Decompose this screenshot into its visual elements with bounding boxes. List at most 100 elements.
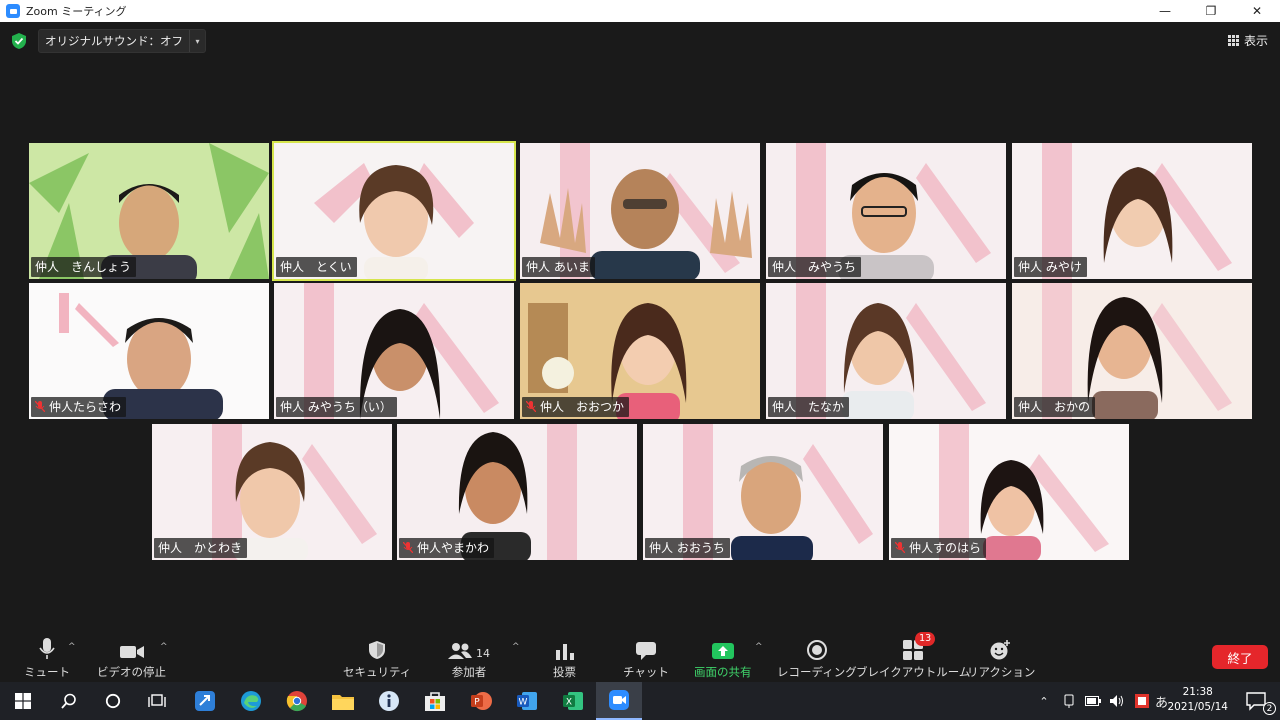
system-tray: ⌃ あ	[1036, 682, 1168, 720]
ime-mode[interactable]: あ	[1155, 692, 1168, 711]
participant-name: 仲人 たなか	[772, 400, 845, 414]
volume-icon[interactable]	[1109, 694, 1125, 708]
mic-muted-icon	[526, 401, 536, 412]
minimize-button[interactable]: —	[1142, 0, 1188, 22]
original-sound-toggle[interactable]: オリジナルサウンド：オフ ▾	[38, 29, 206, 53]
participants-icon	[448, 643, 472, 659]
participant-name: 仲人すのはら	[909, 541, 982, 555]
mute-button[interactable]: ミュート	[24, 636, 70, 680]
task-view-button[interactable]	[134, 682, 180, 720]
taskbar-store[interactable]	[412, 682, 458, 720]
taskbar-explorer[interactable]	[320, 682, 366, 720]
participant-video-tile[interactable]: 仲人 みやうち（い）	[274, 283, 514, 419]
original-sound-label: オリジナルサウンド：オフ	[45, 34, 183, 48]
cortana-ring-icon	[105, 693, 121, 709]
reactions-label: リアクション	[967, 665, 1036, 679]
mute-label: ミュート	[24, 665, 70, 679]
polls-button[interactable]: 投票	[553, 636, 576, 680]
excel-icon: X	[563, 692, 583, 710]
meeting-top-bar: オリジナルサウンド：オフ ▾ 表示	[0, 22, 1280, 60]
security-label: セキュリティ	[343, 665, 412, 679]
folder-icon	[332, 695, 354, 710]
chevron-down-icon[interactable]: ▾	[189, 30, 205, 52]
participant-video-tile[interactable]: 仲人 おかの	[1012, 283, 1252, 419]
chrome-browser-icon	[286, 691, 307, 712]
taskbar-excel[interactable]: X	[550, 682, 596, 720]
microphone-icon	[39, 638, 55, 659]
participant-video-tile[interactable]: 仲人 あいま	[520, 143, 760, 279]
grid-view-icon	[1227, 35, 1239, 46]
participant-video-tile[interactable]: 仲人 とくい	[272, 141, 516, 281]
maximize-button[interactable]: ❐	[1188, 0, 1234, 22]
video-options-caret[interactable]: ^	[160, 642, 168, 652]
clock-date: 2021/05/14	[1167, 701, 1228, 713]
taskbar-info-app[interactable]	[366, 682, 412, 720]
view-button[interactable]: 表示	[1227, 32, 1268, 49]
taskbar-powerpoint[interactable]: P	[458, 682, 504, 720]
participant-video-tile[interactable]: 仲人すのはら	[889, 424, 1129, 560]
taskbar-zoom[interactable]	[596, 682, 642, 720]
participants-options-caret[interactable]: ^	[512, 642, 520, 652]
record-label: レコーディング	[777, 665, 857, 679]
participant-name: 仲人やまかわ	[417, 541, 490, 555]
participant-video-tile[interactable]: 仲人 おおうち	[643, 424, 883, 560]
security-button[interactable]: セキュリティ	[343, 636, 411, 680]
stop-video-button[interactable]: ビデオの停止	[97, 636, 166, 680]
taskbar-chrome[interactable]	[274, 682, 320, 720]
taskbar-clock[interactable]: 21:38 2021/05/14	[1167, 685, 1228, 715]
smiley-plus-icon	[990, 640, 1011, 660]
participant-name: 仲人 きんしょう	[35, 260, 132, 274]
participant-video-tile[interactable]: 仲人 みやけ	[1012, 143, 1252, 279]
svg-text:W: W	[519, 698, 528, 708]
word-icon: W	[517, 692, 537, 710]
mic-muted-icon	[35, 401, 45, 412]
participants-count: 14	[476, 647, 490, 660]
info-icon	[379, 691, 399, 711]
start-button[interactable]	[0, 682, 46, 720]
cortana-button[interactable]	[90, 682, 136, 720]
network-icon[interactable]	[1062, 694, 1076, 708]
task-view-icon	[148, 694, 166, 707]
ime-toolbar-icon[interactable]	[1135, 694, 1149, 708]
search-icon	[61, 693, 76, 709]
record-icon	[806, 640, 827, 660]
participant-name: 仲人 みやうち	[772, 260, 857, 274]
participants-button[interactable]: 14 参加者	[448, 636, 490, 680]
participant-video-tile[interactable]: 仲人 きんしょう	[29, 143, 269, 279]
participant-name: 仲人 かとわき	[158, 541, 243, 555]
action-center-button[interactable]: 2	[1234, 682, 1280, 720]
participant-video-tile[interactable]: 仲人 たなか	[766, 283, 1006, 419]
end-meeting-button[interactable]: 終了	[1212, 645, 1268, 669]
share-screen-button[interactable]: 画面の共有	[694, 636, 752, 680]
close-window-button[interactable]: ✕	[1234, 0, 1280, 22]
participant-video-tile[interactable]: 仲人 みやうち	[766, 143, 1006, 279]
windows-logo-icon	[15, 693, 31, 709]
app-icon	[195, 691, 215, 711]
windows-taskbar: P W X ⌃ あ 21:38 2021/05/14 2	[0, 682, 1280, 720]
participants-label: 参加者	[451, 665, 487, 679]
tray-overflow-icon[interactable]: ⌃	[1036, 695, 1052, 708]
svg-text:P: P	[474, 698, 480, 708]
breakout-rooms-label: ブレイクアウトルーム	[856, 665, 971, 679]
encryption-shield-icon[interactable]	[11, 32, 27, 50]
participant-video-tile[interactable]: 仲人たらさわ	[29, 283, 269, 419]
participant-video-tile[interactable]: 仲人やまかわ	[397, 424, 637, 560]
search-button[interactable]	[46, 682, 92, 720]
taskbar-edge[interactable]	[228, 682, 274, 720]
chat-button[interactable]: チャット	[623, 636, 669, 680]
record-button[interactable]: レコーディング	[777, 636, 857, 680]
share-options-caret[interactable]: ^	[755, 642, 763, 652]
share-screen-label: 画面の共有	[694, 665, 752, 679]
participant-video-tile[interactable]: 仲人 かとわき	[152, 424, 392, 560]
reactions-button[interactable]: リアクション	[967, 636, 1035, 680]
share-screen-icon	[711, 643, 734, 659]
participant-video-tile[interactable]: 仲人 おおつか	[520, 283, 760, 419]
taskbar-word[interactable]: W	[504, 682, 550, 720]
participant-name: 仲人たらさわ	[49, 400, 122, 414]
participant-name: 仲人 とくい	[280, 260, 352, 274]
taskbar-app-1[interactable]	[182, 682, 228, 720]
battery-icon[interactable]	[1085, 696, 1101, 706]
powerpoint-icon: P	[471, 692, 492, 710]
breakout-rooms-button[interactable]: 13 ブレイクアウトルーム	[856, 632, 971, 680]
mute-options-caret[interactable]: ^	[68, 642, 76, 652]
